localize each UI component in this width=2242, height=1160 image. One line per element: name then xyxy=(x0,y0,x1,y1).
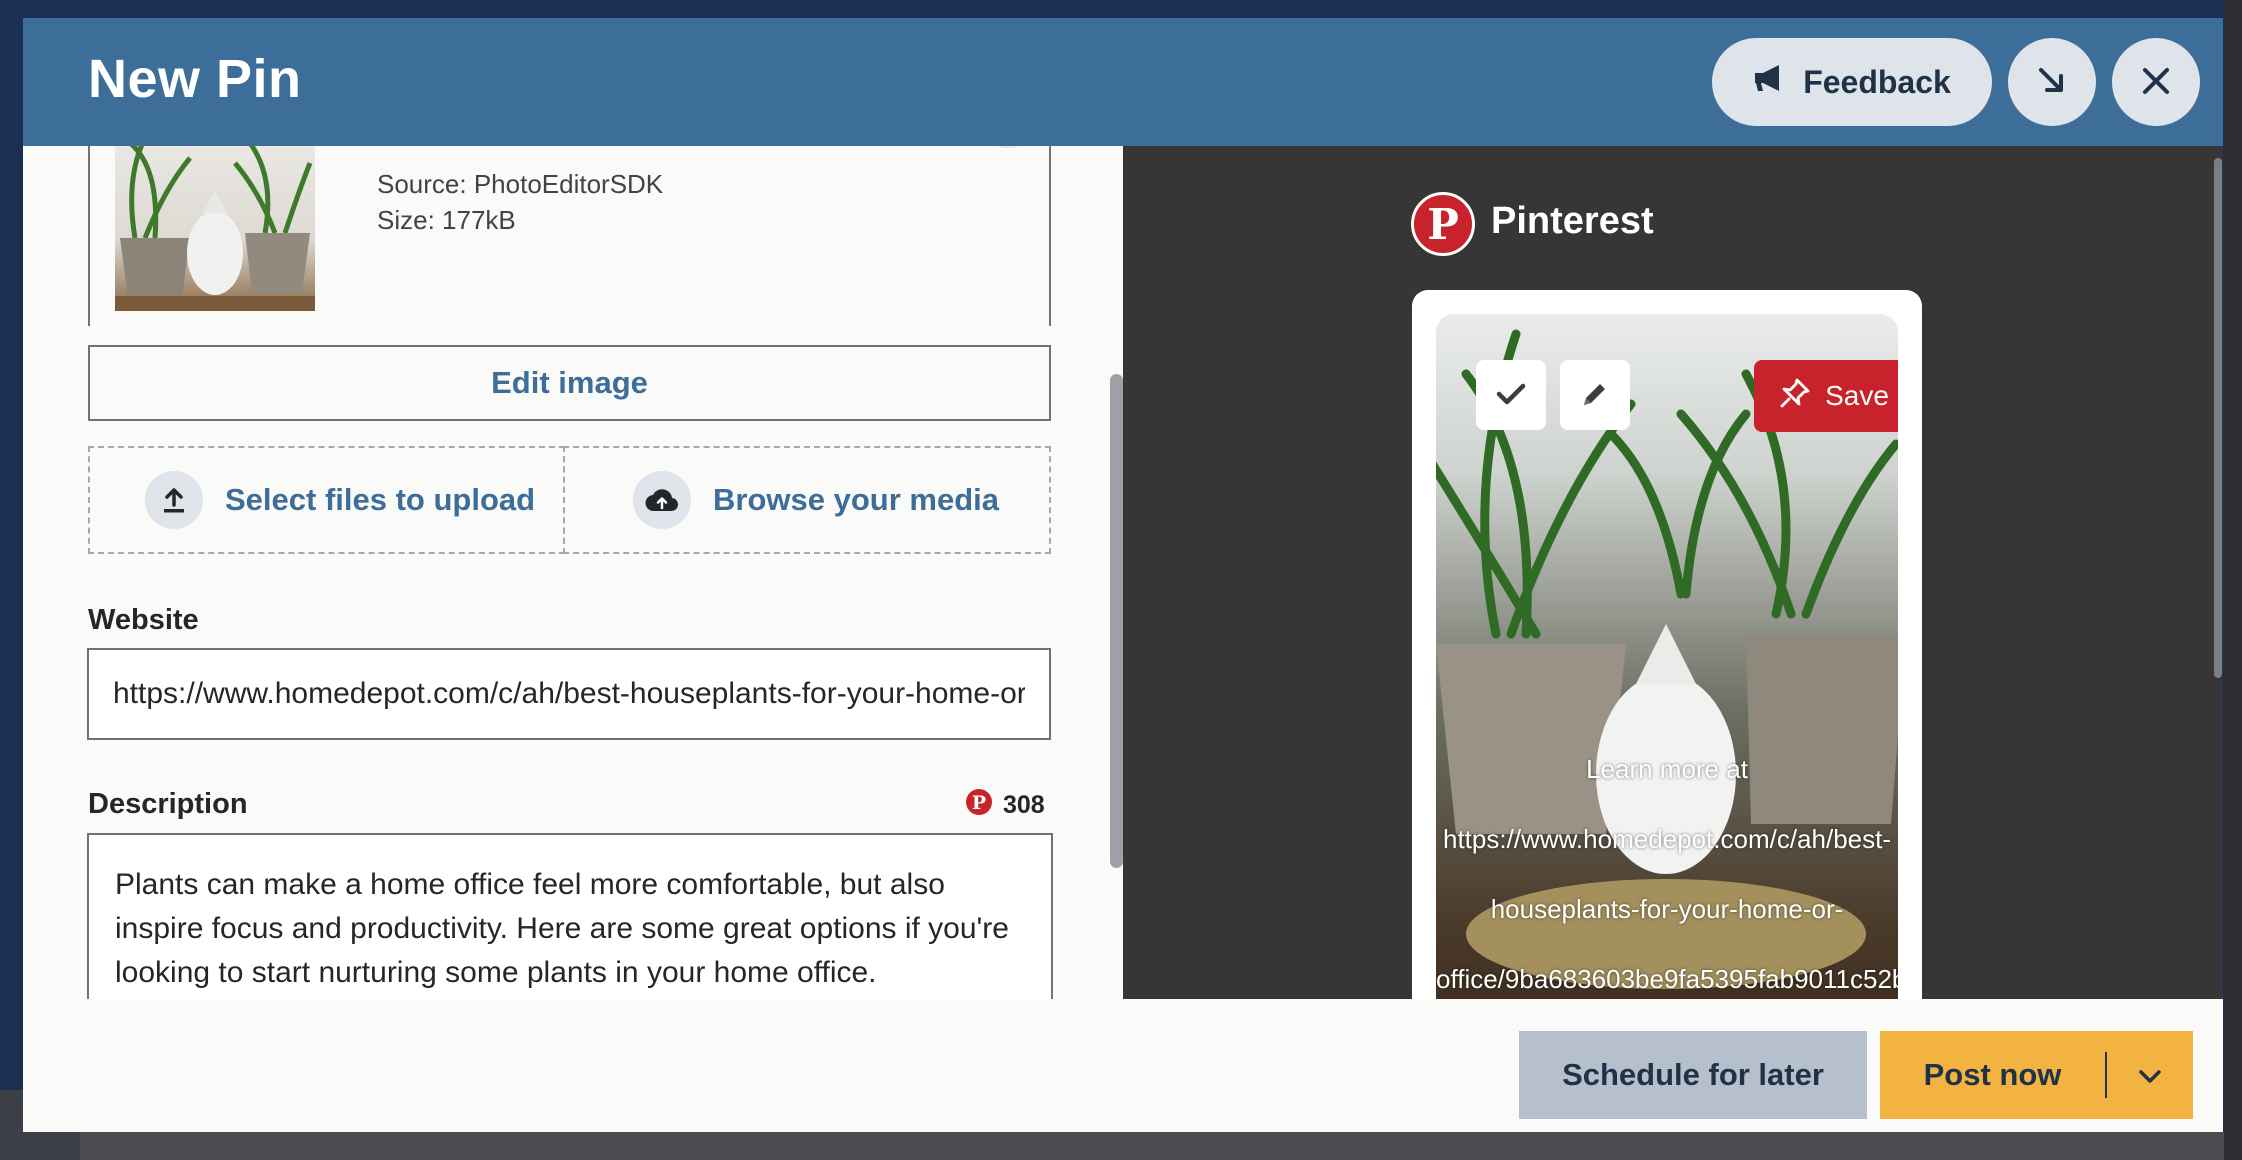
pencil-icon xyxy=(1580,379,1610,412)
backdrop-right xyxy=(2224,0,2242,1160)
arrow-down-right-icon xyxy=(2035,64,2069,101)
remove-media-button[interactable] xyxy=(978,146,1038,148)
chevron-down-icon xyxy=(2138,1057,2162,1093)
media-card: Source: PhotoEditorSDK Size: 177kB xyxy=(88,146,1051,326)
edit-image-button[interactable]: Edit image xyxy=(88,345,1051,421)
modal-footer: Schedule for later Post now xyxy=(23,999,2223,1132)
feedback-button[interactable]: Feedback xyxy=(1712,38,1992,126)
check-button[interactable] xyxy=(1476,360,1546,430)
media-info: Source: PhotoEditorSDK Size: 177kB xyxy=(377,166,663,238)
pin-overlay-text: Learn more at https://www.homedepot.com/… xyxy=(1436,734,1898,999)
preview-panel: P Pinterest Learn more at https://www.ho… xyxy=(1123,146,2223,999)
media-size: Size: 177kB xyxy=(377,205,516,235)
upload-icon xyxy=(145,471,203,529)
minimize-button[interactable] xyxy=(2008,38,2096,126)
media-thumbnail xyxy=(115,146,315,311)
backdrop-bottom xyxy=(0,1132,2242,1160)
svg-text:P: P xyxy=(972,792,986,814)
pin-preview-image: Learn more at https://www.homedepot.com/… xyxy=(1436,314,1898,999)
check-icon xyxy=(1496,382,1526,409)
feedback-label: Feedback xyxy=(1803,63,1951,100)
char-counter: P 308 xyxy=(965,788,1045,823)
pinterest-logo-icon: P xyxy=(1411,192,1475,256)
overlay-line: office/9ba683603be9fa5395fab9011c52b xyxy=(1436,964,1898,994)
cloud-upload-icon xyxy=(633,471,691,529)
browse-media-label: Browse your media xyxy=(713,482,999,517)
post-now-button-group: Post now xyxy=(1880,1031,2193,1119)
pinterest-icon: P xyxy=(965,788,993,823)
post-now-button[interactable]: Post now xyxy=(1880,1057,2105,1093)
char-count-value: 308 xyxy=(1003,791,1045,819)
post-options-button[interactable] xyxy=(2107,1057,2193,1093)
composer-scrollbar[interactable] xyxy=(1110,374,1123,868)
network-name: Pinterest xyxy=(1491,200,1654,242)
browse-media-button[interactable]: Browse your media xyxy=(563,446,1051,554)
pin-preview-card: Learn more at https://www.homedepot.com/… xyxy=(1412,290,1922,999)
new-pin-modal: New Pin Feedback Source: PhotoEditorSDK … xyxy=(23,18,2223,1132)
schedule-later-button[interactable]: Schedule for later xyxy=(1519,1031,1867,1119)
close-icon xyxy=(2140,65,2172,100)
preview-scrollbar[interactable] xyxy=(2214,158,2222,678)
select-files-label: Select files to upload xyxy=(225,482,536,517)
overlay-line: Learn more at xyxy=(1586,754,1748,784)
modal-header: New Pin Feedback xyxy=(23,18,2223,146)
pin-save-button[interactable]: Save xyxy=(1754,360,1898,432)
edit-preview-button[interactable] xyxy=(1560,360,1630,430)
composer-panel: Source: PhotoEditorSDK Size: 177kB Edit … xyxy=(23,146,1123,999)
modal-title: New Pin xyxy=(88,49,302,109)
close-button[interactable] xyxy=(2112,38,2200,126)
megaphone-icon xyxy=(1753,63,1787,101)
website-label: Website xyxy=(88,604,199,636)
overlay-line: https://www.homedepot.com/c/ah/best- xyxy=(1443,824,1891,854)
description-label: Description xyxy=(88,788,248,820)
overlay-line: houseplants-for-your-home-or- xyxy=(1490,894,1844,924)
website-input[interactable] xyxy=(87,648,1051,740)
media-source: Source: PhotoEditorSDK xyxy=(377,169,664,199)
pin-save-label: Save xyxy=(1825,380,1889,411)
pushpin-icon xyxy=(1779,377,1811,416)
select-files-button[interactable]: Select files to upload xyxy=(88,446,565,554)
description-textarea[interactable]: Plants can make a home office feel more … xyxy=(87,833,1053,999)
